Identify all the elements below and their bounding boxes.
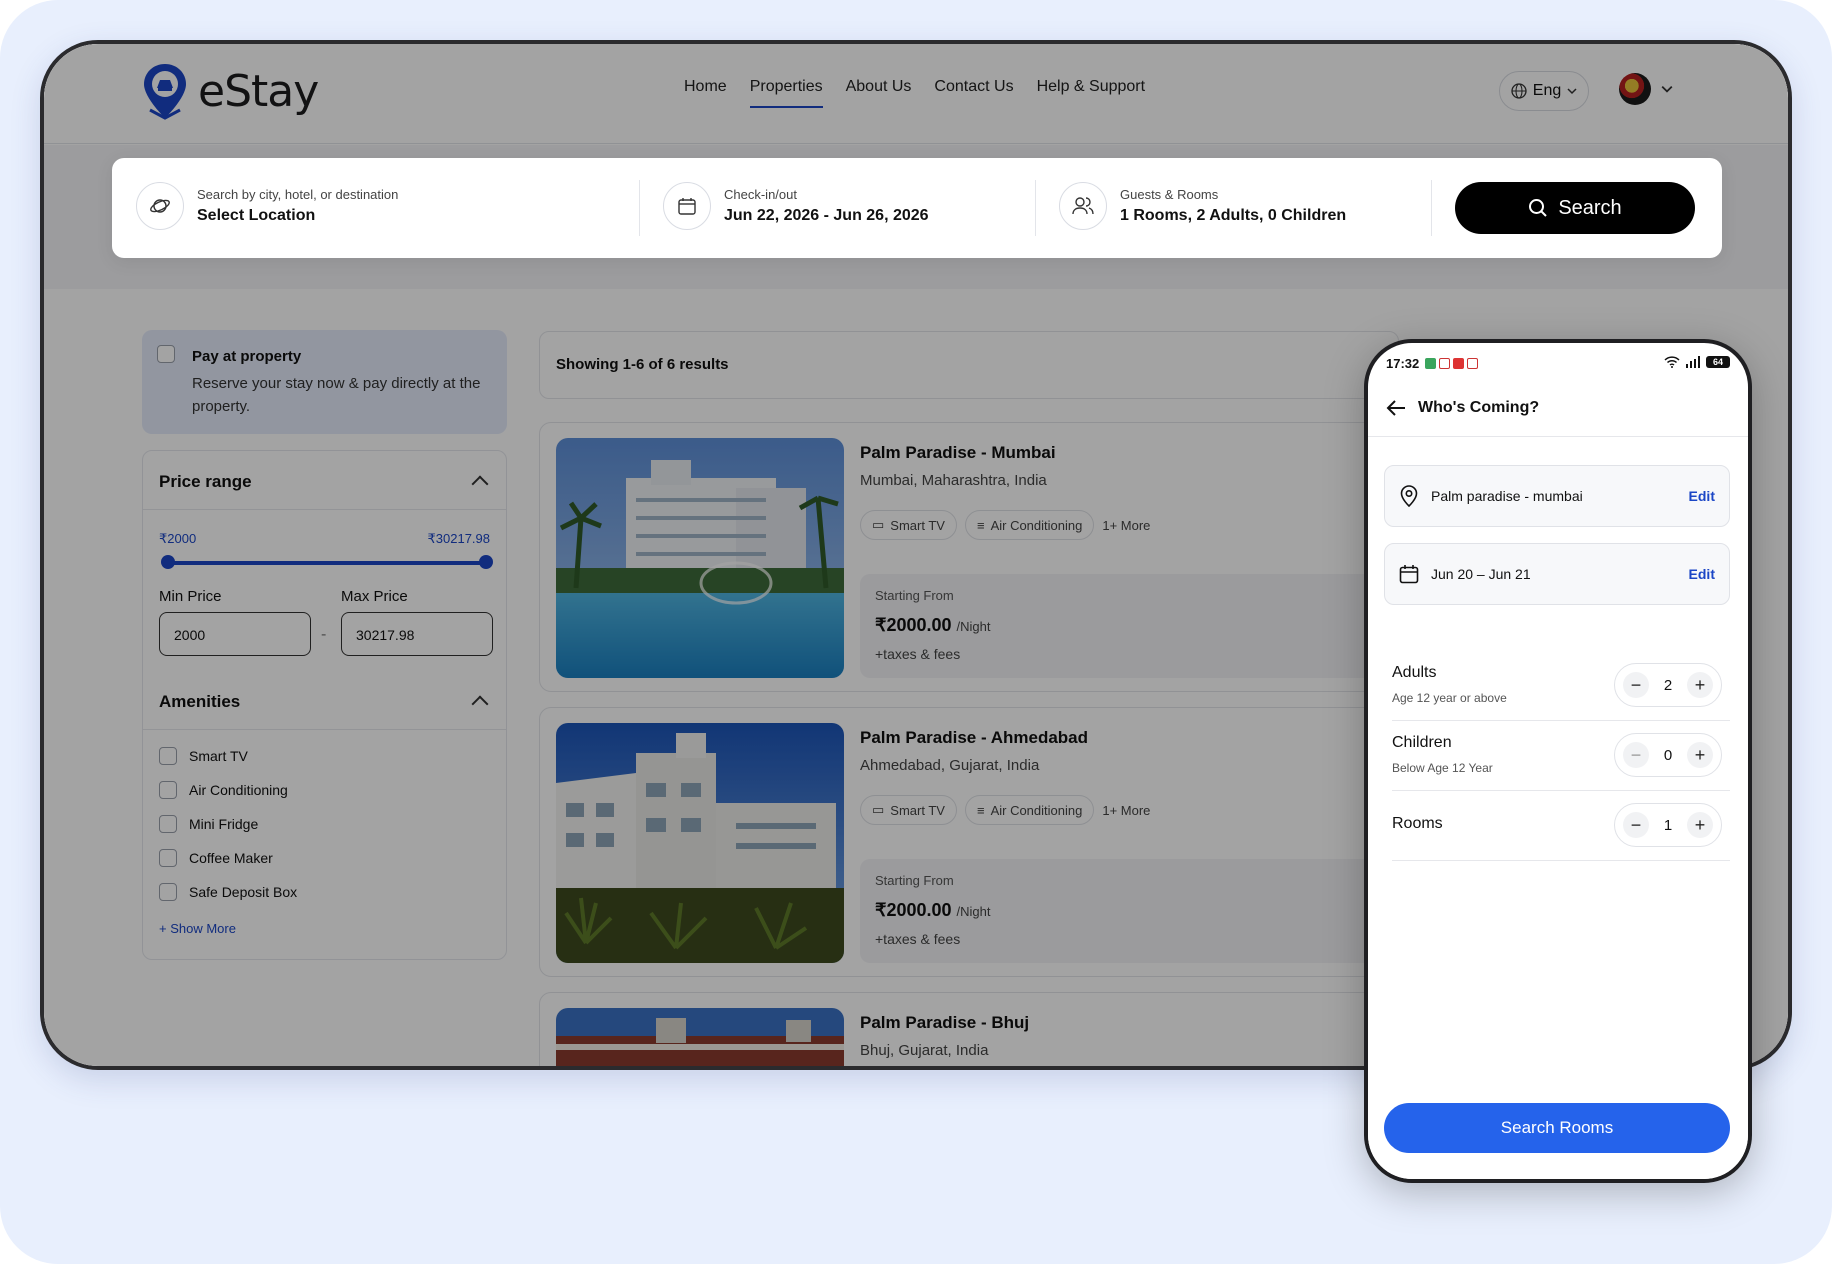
adults-stepper: − 2 + [1614, 663, 1722, 707]
divider [1035, 180, 1036, 236]
edit-dates-button[interactable]: Edit [1689, 566, 1715, 582]
location-field[interactable]: Search by city, hotel, or destination Se… [136, 182, 398, 230]
rooms-value: 1 [1663, 816, 1673, 834]
adults-value: 2 [1663, 676, 1673, 694]
back-arrow-icon[interactable] [1386, 399, 1406, 417]
selected-location: Palm paradise - mumbai Edit [1384, 465, 1730, 527]
guests-value: 1 Rooms, 2 Adults, 0 Children [1120, 207, 1347, 224]
planet-icon [136, 182, 184, 230]
status-indicators: 64 [1664, 356, 1730, 368]
search-button-label: Search [1558, 196, 1622, 219]
guests-field[interactable]: Guests & Rooms 1 Rooms, 2 Adults, 0 Chil… [1059, 182, 1346, 230]
adults-label: Adults [1392, 664, 1437, 681]
search-rooms-button[interactable]: Search Rooms [1384, 1103, 1730, 1153]
wifi-icon [1664, 356, 1680, 368]
notification-icons [1425, 358, 1479, 369]
location-pin-icon [1400, 485, 1418, 507]
children-label: Children [1392, 734, 1452, 751]
screen-title: Who's Coming? [1418, 399, 1540, 416]
adults-counter: Adults Age 12 year or above − 2 + [1392, 651, 1730, 721]
adults-sub: Age 12 year or above [1392, 691, 1507, 705]
dates-range: Jun 20 – Jun 21 [1431, 566, 1531, 582]
edit-location-button[interactable]: Edit [1689, 488, 1715, 504]
calendar-icon [1399, 565, 1419, 584]
guests-label: Guests & Rooms [1120, 187, 1219, 202]
decrement-button[interactable]: − [1623, 742, 1649, 768]
signal-icon [1686, 356, 1700, 368]
phone-frame: 17:32 64 Who's Coming? Palm paradise - m… [1364, 339, 1752, 1183]
screen-header: Who's Coming? [1368, 379, 1748, 437]
increment-button[interactable]: + [1687, 742, 1713, 768]
location-name: Palm paradise - mumbai [1431, 488, 1583, 504]
children-counter: Children Below Age 12 Year − 0 + [1392, 721, 1730, 791]
dates-value: Jun 22, 2026 - Jun 26, 2026 [724, 207, 929, 224]
status-time: 17:32 [1386, 356, 1420, 371]
rooms-label: Rooms [1392, 815, 1443, 832]
decrement-button[interactable]: − [1623, 812, 1649, 838]
location-value: Select Location [197, 207, 316, 224]
calendar-icon [663, 182, 711, 230]
battery-icon: 64 [1706, 356, 1730, 368]
guests-screen: 17:32 64 Who's Coming? Palm paradise - m… [1368, 343, 1748, 1179]
selected-dates: Jun 20 – Jun 21 Edit [1384, 543, 1730, 605]
users-icon [1059, 182, 1107, 230]
status-bar: 17:32 [1386, 356, 1479, 371]
search-icon [1529, 199, 1548, 217]
increment-button[interactable]: + [1687, 672, 1713, 698]
increment-button[interactable]: + [1687, 812, 1713, 838]
rooms-counter: Rooms − 1 + [1392, 791, 1730, 861]
location-label: Search by city, hotel, or destination [197, 187, 399, 202]
children-sub: Below Age 12 Year [1392, 761, 1493, 775]
search-button[interactable]: Search [1455, 182, 1695, 234]
children-value: 0 [1663, 746, 1673, 764]
divider [639, 180, 640, 236]
children-stepper: − 0 + [1614, 733, 1722, 777]
dates-field[interactable]: Check-in/out Jun 22, 2026 - Jun 26, 2026 [663, 182, 929, 230]
dates-label: Check-in/out [724, 187, 797, 202]
decrement-button[interactable]: − [1623, 672, 1649, 698]
divider [1431, 180, 1432, 236]
search-bar: Search by city, hotel, or destination Se… [112, 158, 1722, 258]
rooms-stepper: − 1 + [1614, 803, 1722, 847]
